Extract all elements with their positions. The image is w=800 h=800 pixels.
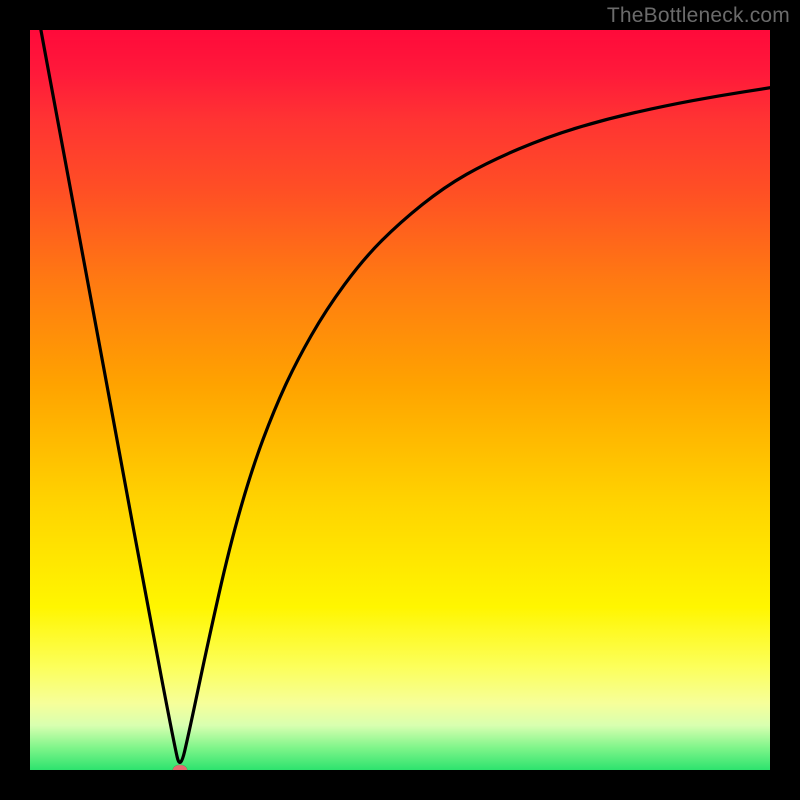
minimum-marker-dot [173, 765, 187, 770]
chart-frame: TheBottleneck.com [0, 0, 800, 800]
watermark-text: TheBottleneck.com [607, 4, 790, 28]
plot-area [30, 30, 770, 770]
heat-gradient-background [30, 30, 770, 770]
